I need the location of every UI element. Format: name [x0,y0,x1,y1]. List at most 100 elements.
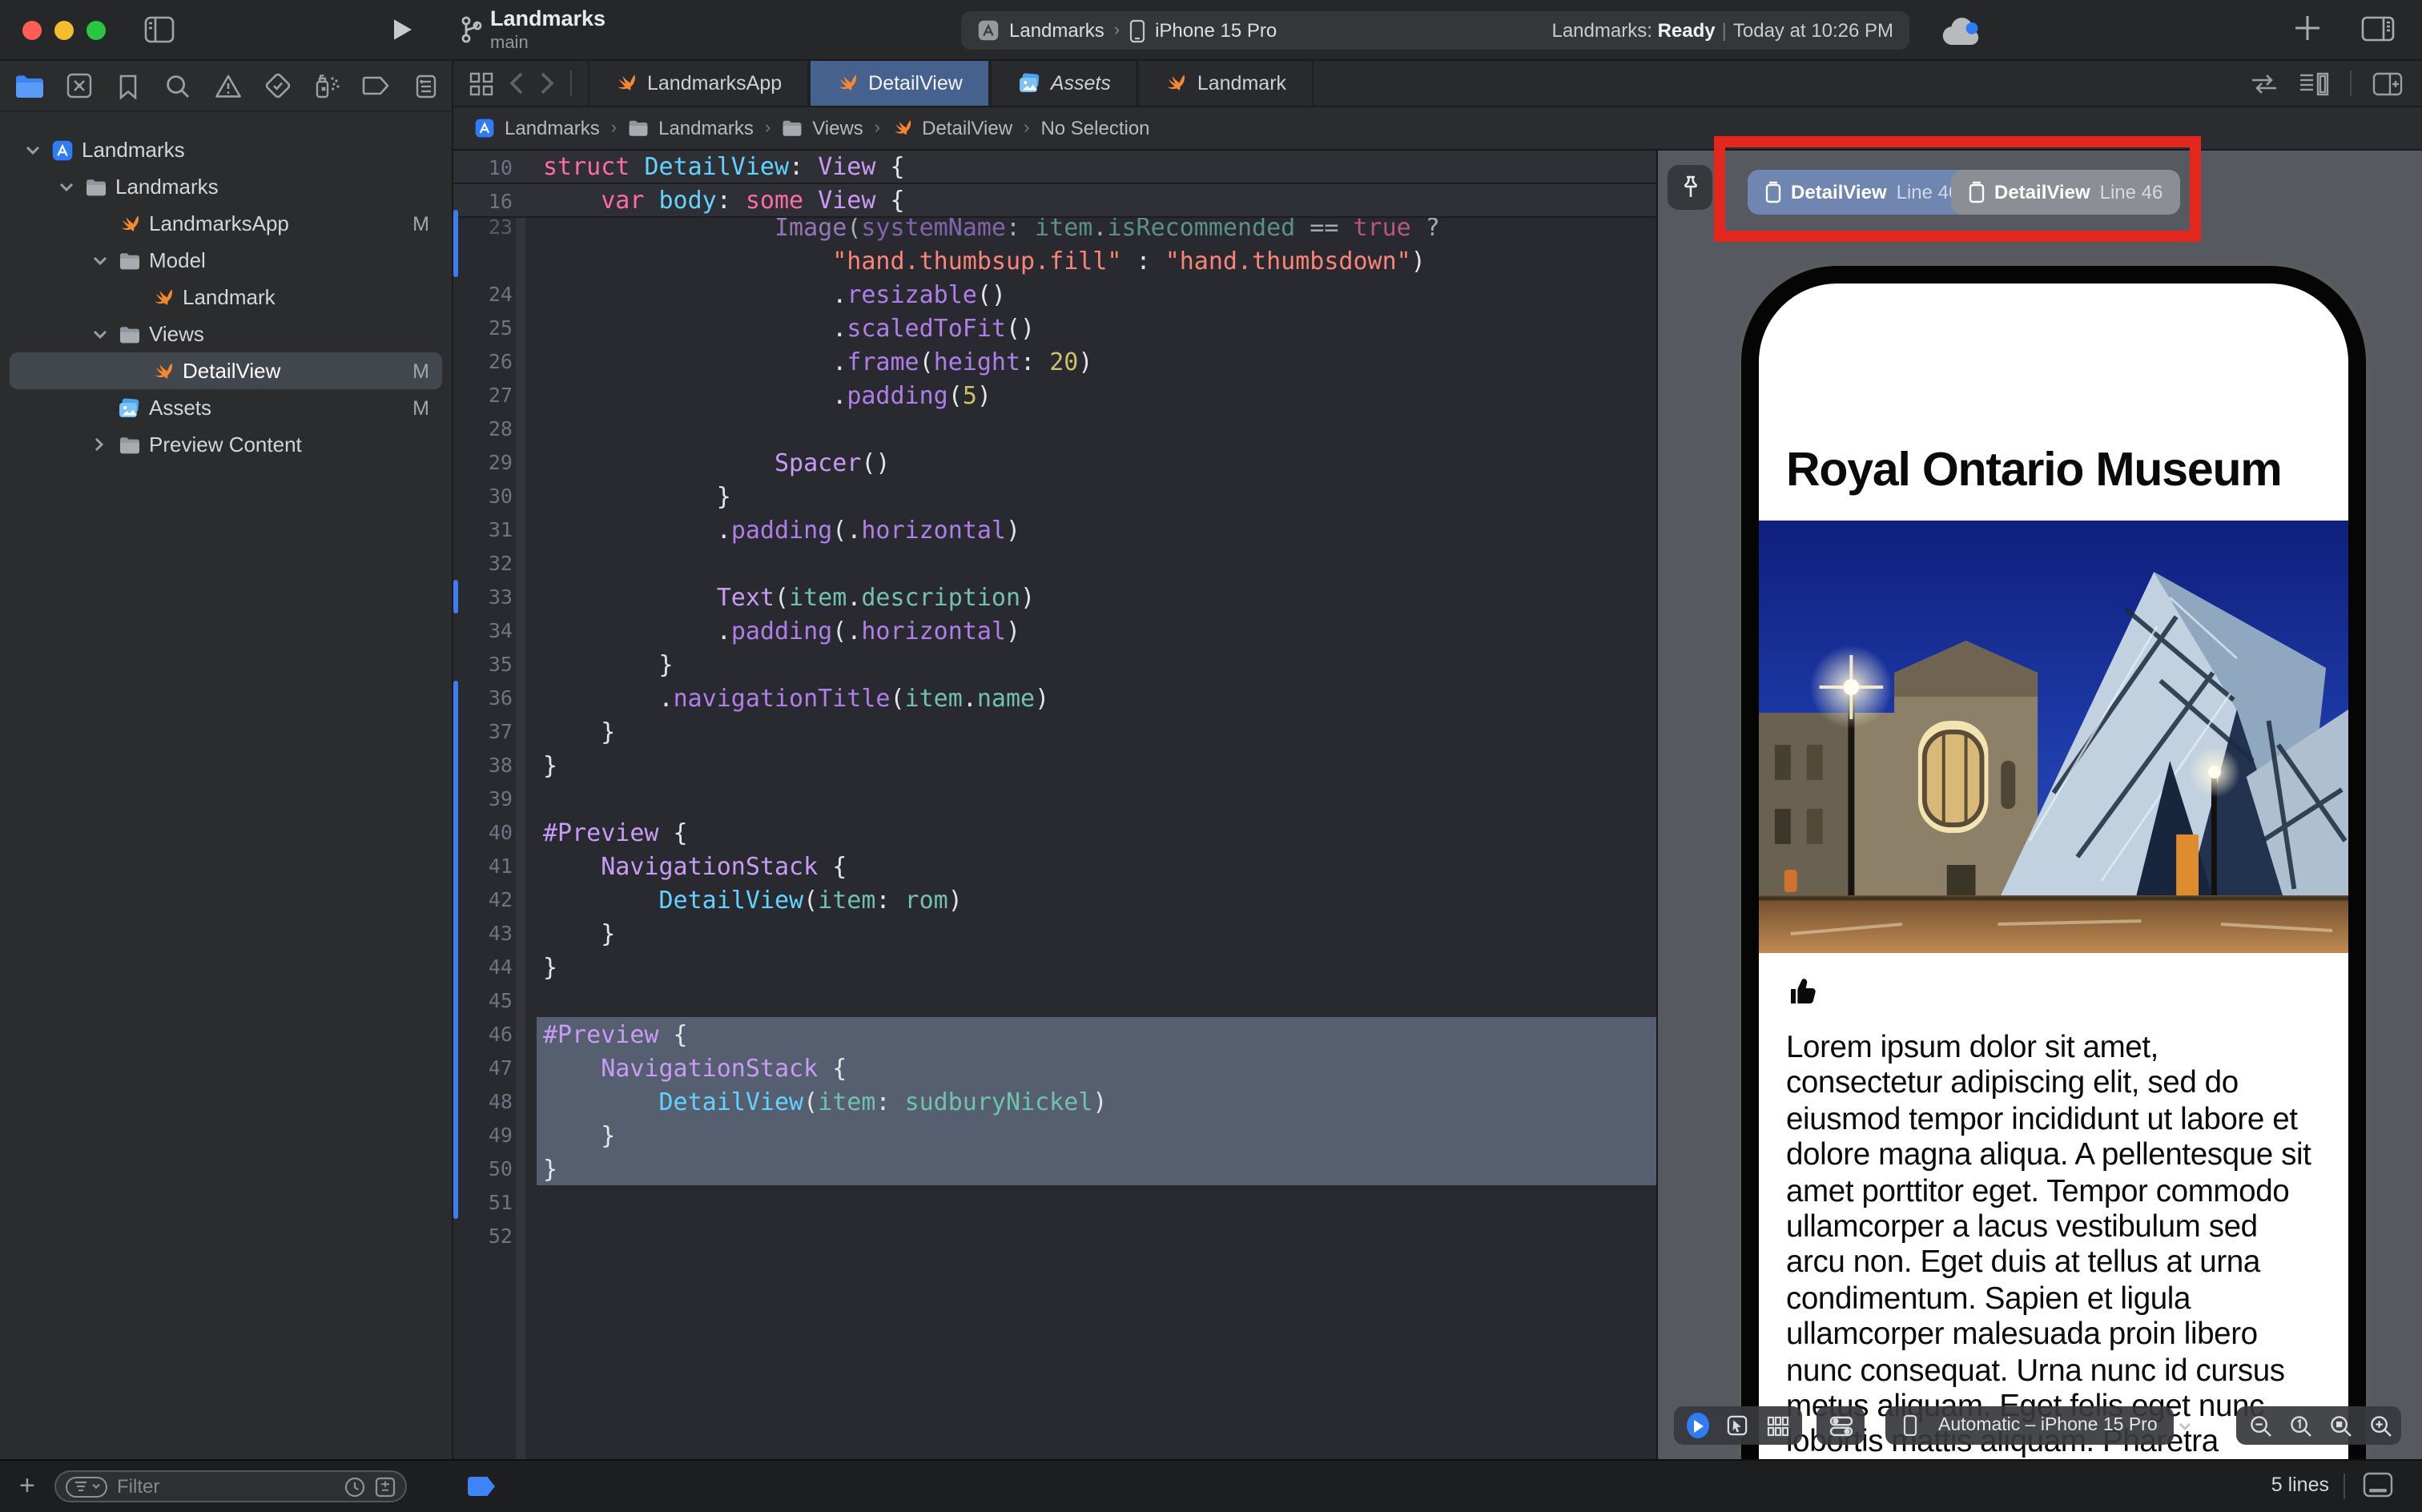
zoom-fit-icon[interactable] [2329,1413,2353,1438]
tab-overview-icon[interactable] [469,71,493,95]
add-filter-icon[interactable]: + [19,1470,35,1502]
run-destination[interactable]: iPhone 15 Pro [1155,19,1277,42]
scheme-selector[interactable]: Landmarks › iPhone 15 Pro Landmarks: Rea… [961,11,1909,50]
breakpoint-tag-icon[interactable] [468,1477,495,1496]
source-editor[interactable]: 23 Image(systemName: item.isRecommended … [453,151,1656,1459]
zoom-in-icon[interactable] [2369,1413,2393,1438]
code-line[interactable]: 40#Preview { [453,815,1656,849]
sidebar-item-landmark[interactable]: Landmark [10,279,442,316]
tab-assets[interactable]: Assets [990,61,1138,106]
code-line[interactable]: 51 [453,1185,1656,1219]
close-window-button[interactable] [22,21,42,40]
disclosure-chevron-icon[interactable] [56,177,75,196]
code-line[interactable]: 29 Spacer() [453,445,1656,479]
back-icon[interactable] [509,72,524,94]
tab-landmarksapp[interactable]: LandmarksApp [588,61,809,106]
live-preview-icon[interactable] [1687,1413,1709,1438]
sidebar-item-detailview[interactable]: DetailViewM [10,352,442,389]
adjust-editor-icon[interactable] [2251,73,2278,94]
tests-icon[interactable] [261,70,293,102]
sidebar-item-assets[interactable]: AssetsM [10,389,442,426]
code-line[interactable]: 50} [453,1152,1656,1185]
variants-preview-icon[interactable] [1765,1413,1789,1438]
sticky-code-line[interactable]: 10struct DetailView: View { [453,151,1656,184]
debug-icon[interactable] [311,70,343,102]
project-navigator-icon[interactable] [13,70,45,102]
sidebar-item-preview-content[interactable]: Preview Content [10,426,442,463]
breadcrumb-item[interactable]: Landmarks [474,117,600,139]
recent-files-icon[interactable] [344,1476,365,1497]
add-tab-icon[interactable] [2294,14,2321,42]
selectable-preview-icon[interactable] [1725,1413,1749,1438]
sccm-status-icon[interactable] [375,1476,396,1497]
find-icon[interactable] [162,70,194,102]
disclosure-chevron-icon[interactable] [22,140,42,159]
sticky-code-line[interactable]: 16 var body: some View { [453,184,1656,218]
code-line[interactable]: 49 } [453,1118,1656,1152]
zoom-100-icon[interactable] [2289,1413,2313,1438]
toggle-right-sidebar-icon[interactable] [2361,16,2395,42]
code-line[interactable]: 31 .padding(.horizontal) [453,513,1656,546]
code-line[interactable]: 30 } [453,479,1656,513]
sidebar-item-landmarks[interactable]: Landmarks [10,168,442,205]
code-line[interactable]: 26 .frame(height: 20) [453,344,1656,378]
toggle-left-sidebar-icon[interactable] [144,16,175,43]
reports-icon[interactable] [410,70,442,102]
pin-preview-button[interactable] [1668,165,1712,210]
sidebar-item-landmarks[interactable]: Landmarks [10,131,442,168]
code-line[interactable]: 41 NavigationStack { [453,849,1656,883]
code-line[interactable]: 48 DetailView(item: sudburyNickel) [453,1084,1656,1118]
code-line[interactable]: 24 .resizable() [453,277,1656,311]
tab-detailview[interactable]: DetailView [809,61,990,106]
device-settings-icon[interactable] [1829,1413,1853,1438]
disclosure-chevron-icon[interactable] [90,435,109,454]
sidebar-item-model[interactable]: Model [10,242,442,279]
preview-device-selector[interactable]: Automatic – iPhone 15 Pro [1885,1406,2174,1445]
disclosure-chevron-icon[interactable] [90,324,109,344]
zoom-window-button[interactable] [86,21,106,40]
code-line[interactable]: 39 [453,782,1656,815]
code-line[interactable]: 38} [453,748,1656,782]
zoom-out-icon[interactable] [2249,1413,2273,1438]
code-line[interactable]: 42 DetailView(item: rom) [453,883,1656,916]
code-line[interactable]: 45 [453,983,1656,1017]
disclosure-chevron-icon[interactable] [90,251,109,270]
code-line[interactable]: 25 .scaledToFit() [453,311,1656,344]
bookmarks-icon[interactable] [112,70,144,102]
code-line[interactable]: 35 } [453,647,1656,681]
sidebar-item-views[interactable]: Views [10,316,442,352]
tab-landmark[interactable]: Landmark [1138,61,1314,106]
code-line[interactable]: "hand.thumbsup.fill" : "hand.thumbsdown"… [453,243,1656,277]
breadcrumb-item[interactable]: No Selection [1040,117,1149,139]
breakpoints-icon[interactable] [360,70,392,102]
source-control-icon[interactable] [62,70,95,102]
sidebar-item-label: LandmarksApp [149,211,289,235]
breadcrumb-item[interactable]: Views [782,117,863,139]
code-line[interactable]: 33 Text(item.description) [453,580,1656,613]
code-line[interactable]: 43 } [453,916,1656,950]
code-line[interactable]: 36 .navigationTitle(item.name) [453,681,1656,714]
code-line[interactable]: 37 } [453,714,1656,748]
split-editor-icon[interactable] [2372,71,2403,95]
run-button[interactable] [392,18,413,42]
code-line[interactable]: 32 [453,546,1656,580]
code-line[interactable]: 28 [453,412,1656,445]
breadcrumb-item[interactable]: DetailView [891,117,1012,139]
scheme-name[interactable]: Landmarks [1009,19,1104,42]
code-line[interactable]: 52 [453,1219,1656,1253]
filter-options-icon[interactable] [66,1476,107,1497]
sidebar-item-landmarksapp[interactable]: LandmarksAppM [10,205,442,242]
iphone-screen[interactable]: Royal Ontario Museum [1759,284,2348,1459]
code-line[interactable]: 27 .padding(5) [453,378,1656,412]
forward-icon[interactable] [540,72,554,94]
code-line[interactable]: 34 .padding(.horizontal) [453,613,1656,647]
code-line[interactable]: 44} [453,950,1656,983]
filter-field[interactable]: Filter [54,1470,407,1502]
issues-icon[interactable] [211,70,243,102]
minimize-window-button[interactable] [54,21,74,40]
editor-mode-icon[interactable] [2363,1472,2393,1498]
code-line[interactable]: 46#Preview { [453,1017,1656,1051]
code-line[interactable]: 47 NavigationStack { [453,1051,1656,1084]
breadcrumb-item[interactable]: Landmarks [628,117,754,139]
minimap-icon[interactable] [2299,71,2329,95]
